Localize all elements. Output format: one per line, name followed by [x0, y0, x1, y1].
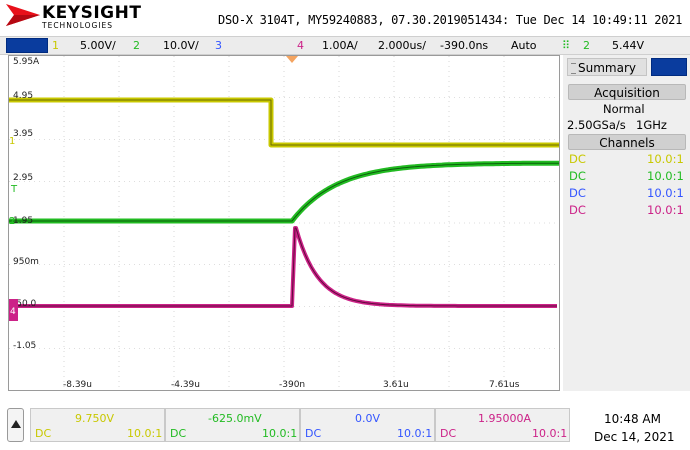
y-label: 5.95A	[13, 57, 40, 67]
svg-text:T: T	[10, 184, 18, 195]
ch4-softkey[interactable]: 1.95000A DC 10.0:1	[435, 408, 570, 442]
ch4-number[interactable]: 4	[297, 39, 304, 52]
ch3-softkey[interactable]: 0.0V DC 10.0:1	[300, 408, 435, 442]
ch2-ground-marker[interactable]: 2	[9, 216, 15, 227]
bandwidth: 1GHz	[636, 118, 667, 132]
ch1-scale[interactable]: 5.00V/	[80, 39, 116, 52]
ch2-softkey[interactable]: -625.0mV DC 10.0:1	[165, 408, 300, 442]
ch3-coupling-label: DC	[305, 427, 322, 440]
ch1-number[interactable]: 1	[52, 39, 59, 52]
ch4-trace	[9, 226, 557, 308]
trigger-position-icon[interactable]	[286, 56, 298, 63]
ch3-probe-label: 10.0:1	[397, 427, 433, 440]
ch3-offset: 0.0V	[355, 412, 381, 425]
y-label: 950m	[13, 257, 39, 267]
ch2-coupling: DC	[569, 169, 586, 183]
y-label: -1.05	[13, 341, 36, 351]
ch3-coupling: DC	[569, 186, 586, 200]
clock-time: 10:48 AM	[604, 412, 661, 426]
ch1-softkey[interactable]: 9.750V DC 10.0:1	[30, 408, 165, 442]
instrument-info-line: DSO-X 3104T, MY59240883, 07.30.201905143…	[218, 13, 682, 27]
ch2-coupling-label: DC	[170, 427, 187, 440]
ch2-number[interactable]: 2	[133, 39, 140, 52]
timebase-scale[interactable]: 2.000us/	[378, 39, 426, 52]
status-bar: 1 5.00V/ 2 10.0V/ 3 4 1.00A/ 2.000us/ -3…	[0, 36, 690, 55]
ch2-offset: -625.0mV	[208, 412, 262, 425]
ch4-offset: 1.95000A	[478, 412, 532, 425]
brand-name: KEYSIGHT	[42, 3, 142, 23]
ch1-probe: 10.0:1	[647, 152, 684, 166]
waveform-display[interactable]: 5.95A 4.95 3.95 2.95 1.95 950m -50.0 -1.…	[8, 55, 560, 391]
sample-rate: 2.50GSa/s	[567, 118, 626, 132]
summary-tab-label: Summary	[578, 61, 636, 75]
arrow-up-icon	[11, 420, 21, 428]
ch1-coupling-label: DC	[35, 427, 52, 440]
y-label: 3.95	[13, 129, 33, 139]
ch2-scale[interactable]: 10.0V/	[163, 39, 199, 52]
ch3-probe: 10.0:1	[647, 186, 684, 200]
ch1-offset: 9.750V	[75, 412, 115, 425]
ch3-number[interactable]: 3	[215, 39, 222, 52]
brand-subtitle: TECHNOLOGIES	[42, 21, 114, 30]
acquisition-header[interactable]: Acquisition	[568, 84, 686, 100]
svg-text:1: 1	[9, 136, 15, 147]
trigger-level-marker[interactable]: T	[10, 184, 18, 195]
ch4-ground-marker[interactable]: 4	[9, 299, 18, 321]
panel-toggle-button[interactable]	[651, 58, 687, 76]
softkey-scroll-button[interactable]	[7, 408, 24, 442]
ch1-ground-marker[interactable]: 1	[9, 136, 15, 147]
waveform-traces	[9, 97, 559, 308]
ch4-probe-label: 10.0:1	[532, 427, 568, 440]
right-panel: Summary Acquisition Normal 2.50GSa/s 1GH…	[563, 55, 690, 391]
horizontal-axis-labels: -8.39u -4.39u -390n 3.61u 7.61us	[63, 380, 520, 390]
ch2-probe-label: 10.0:1	[262, 427, 298, 440]
summary-tab[interactable]: Summary	[567, 58, 647, 76]
ch4-trace-edge	[9, 227, 557, 307]
clock-date: Dec 14, 2021	[594, 430, 675, 444]
ch4-scale[interactable]: 1.00A/	[322, 39, 358, 52]
trigger-mode[interactable]: Auto	[511, 39, 537, 52]
time-delay[interactable]: -390.0ns	[440, 39, 488, 52]
trigger-edge-icon: ⠿	[562, 39, 571, 52]
ch4-coupling-label: DC	[440, 427, 457, 440]
ch4-probe: 10.0:1	[647, 203, 684, 217]
x-label: -4.39u	[171, 380, 200, 390]
channels-header[interactable]: Channels	[568, 134, 686, 150]
ch1-coupling: DC	[569, 152, 586, 166]
x-label: 3.61u	[383, 380, 409, 390]
acquisition-mode: Normal	[603, 102, 645, 116]
run-status-badge[interactable]	[6, 38, 48, 53]
x-label: -8.39u	[63, 380, 92, 390]
y-label: 2.95	[13, 173, 33, 183]
y-label: 4.95	[13, 91, 33, 101]
y-label: 1.95	[13, 216, 33, 226]
trigger-channel[interactable]: 2	[583, 39, 590, 52]
ch4-coupling: DC	[569, 203, 586, 217]
ch1-probe-label: 10.0:1	[127, 427, 163, 440]
menu-icon	[571, 63, 576, 74]
svg-text:4: 4	[10, 307, 16, 317]
x-label: 7.61us	[489, 380, 520, 390]
x-label: -390n	[279, 380, 305, 390]
ch2-probe: 10.0:1	[647, 169, 684, 183]
bottom-bar: 9.750V DC 10.0:1 -625.0mV DC 10.0:1 0.0V…	[0, 405, 690, 450]
waveform-plot[interactable]: 5.95A 4.95 3.95 2.95 1.95 950m -50.0 -1.…	[9, 56, 559, 390]
svg-text:2: 2	[9, 216, 15, 227]
keysight-logo-icon	[6, 4, 40, 26]
trigger-level[interactable]: 5.44V	[612, 39, 644, 52]
